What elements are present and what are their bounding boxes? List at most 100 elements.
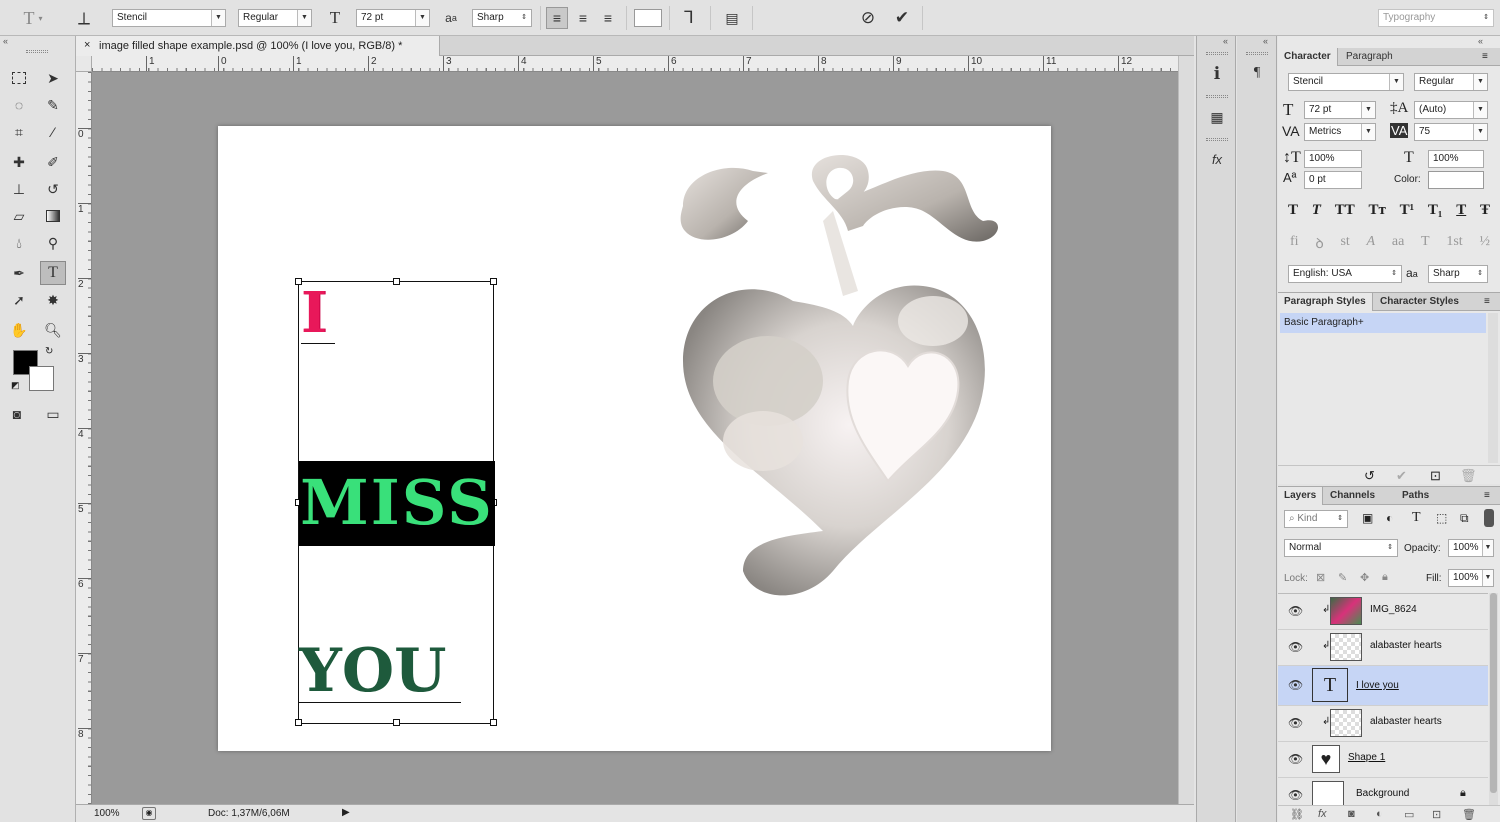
panel-collapse-icon[interactable]: « — [3, 36, 8, 46]
commit-edits-icon[interactable]: ✔ — [890, 6, 914, 30]
char-font-family-select[interactable]: Stencil ▼ — [1288, 73, 1404, 91]
vertical-scrollbar[interactable] — [1178, 56, 1194, 804]
visibility-eye-icon[interactable]: 👁︎ — [1288, 604, 1303, 618]
layer-style-icon[interactable]: fx — [1318, 808, 1327, 820]
panel-grip[interactable] — [1206, 95, 1228, 98]
eraser-tool-icon[interactable]: ▱ — [6, 204, 32, 228]
layer-row[interactable]: 👁︎ ♥ Shape 1 — [1278, 742, 1488, 778]
tab-character[interactable]: Character — [1278, 48, 1338, 66]
transform-handle[interactable] — [490, 719, 497, 726]
fill-field[interactable]: 100% ▼ — [1448, 569, 1494, 587]
horizontal-scale-field[interactable]: 100% — [1428, 150, 1484, 168]
blur-tool-icon[interactable]: 💧︎ — [6, 231, 32, 255]
layer-row[interactable]: 👁︎ ↲ IMG_8624 — [1278, 594, 1488, 630]
font-size-select[interactable]: 72 pt ▼ — [356, 9, 430, 27]
crop-tool-icon[interactable]: ⌗ — [6, 120, 32, 144]
faux-bold-button[interactable]: T — [1288, 202, 1298, 222]
panel-grip[interactable] — [1246, 52, 1268, 55]
char-font-size-select[interactable]: 72 pt ▼ — [1304, 101, 1376, 119]
styles-scrollbar[interactable] — [1488, 313, 1498, 463]
opacity-field[interactable]: 100% ▼ — [1448, 539, 1494, 557]
hand-tool-icon[interactable]: ✋ — [6, 318, 32, 342]
panel-menu-icon[interactable]: ≡ — [1484, 490, 1490, 501]
transform-handle[interactable] — [393, 278, 400, 285]
document-tab[interactable]: × image filled shape example.psd @ 100% … — [76, 36, 440, 56]
lock-position-icon[interactable]: ✥ — [1360, 571, 1369, 584]
workspace-select[interactable]: Typography ⇕ — [1378, 9, 1494, 27]
zoom-level-field[interactable]: 100% — [94, 808, 120, 819]
filter-type-icon[interactable]: T — [1412, 510, 1421, 526]
visibility-eye-icon[interactable]: 👁︎ — [1288, 716, 1303, 730]
ligatures-button[interactable]: fi — [1290, 234, 1299, 254]
underline-button[interactable]: T — [1456, 202, 1466, 222]
navigator-panel-icon[interactable]: ▦ — [1205, 106, 1229, 128]
delete-layer-icon[interactable]: 🗑︎ — [1462, 808, 1476, 821]
swap-colors-icon[interactable]: ↻ — [45, 346, 53, 357]
tracking-select[interactable]: 75 ▼ — [1414, 123, 1488, 141]
close-icon[interactable]: × — [84, 39, 90, 51]
tab-layers[interactable]: Layers — [1278, 487, 1323, 505]
fractions-button[interactable]: ½ — [1479, 234, 1490, 254]
link-layers-icon[interactable]: ⛓︎ — [1290, 808, 1304, 821]
visibility-eye-icon[interactable]: 👁︎ — [1288, 752, 1303, 766]
marquee-tool-icon[interactable] — [6, 66, 32, 90]
character-panel-toggle-icon[interactable]: ▤ — [720, 7, 744, 29]
strikethrough-button[interactable]: Ŧ — [1480, 202, 1490, 222]
layer-row[interactable]: 👁︎ ↲ alabaster hearts — [1278, 630, 1488, 666]
all-caps-button[interactable]: TT — [1335, 202, 1355, 222]
layer-row-selected[interactable]: 👁︎ T I love you — [1278, 666, 1488, 706]
move-tool-icon[interactable]: ➤ — [40, 66, 66, 90]
language-select[interactable]: English: USA ⇕ — [1288, 265, 1402, 283]
pen-tool-icon[interactable]: ✒ — [6, 261, 32, 285]
background-color-swatch[interactable] — [29, 366, 54, 391]
quick-mask-icon[interactable]: ◙ — [4, 402, 30, 426]
layer-row[interactable]: 👁︎ Background 🔒︎ — [1278, 778, 1488, 805]
clone-stamp-tool-icon[interactable]: ⊥ — [6, 177, 32, 201]
history-brush-tool-icon[interactable]: ↺ — [40, 177, 66, 201]
adjustment-layer-icon[interactable]: ◐ — [1376, 808, 1383, 820]
info-panel-icon[interactable]: ℹ — [1205, 63, 1229, 85]
redefine-style-icon[interactable]: ✔ — [1396, 468, 1407, 484]
ordinals-button[interactable]: 1st — [1446, 234, 1462, 254]
document-canvas[interactable]: I MISS YOU — [218, 126, 1051, 751]
text-bounding-box[interactable]: I MISS YOU — [298, 281, 494, 724]
brush-tool-icon[interactable]: ✐ — [40, 150, 66, 174]
new-style-icon[interactable]: ⊡ — [1430, 468, 1441, 484]
character-color-swatch[interactable] — [1428, 171, 1484, 189]
transform-handle[interactable] — [490, 278, 497, 285]
filter-shape-icon[interactable]: ⬚ — [1436, 511, 1447, 525]
font-family-select[interactable]: Stencil ▼ — [112, 9, 226, 27]
panel-menu-icon[interactable]: ≡ — [1484, 296, 1490, 307]
status-menu-arrow-icon[interactable]: ▶ — [342, 807, 350, 818]
tab-paragraph-styles[interactable]: Paragraph Styles — [1278, 293, 1373, 311]
layer-mask-icon[interactable]: ◙ — [1348, 808, 1355, 820]
clear-override-icon[interactable]: ↺ — [1364, 468, 1375, 484]
transform-handle[interactable] — [295, 719, 302, 726]
tab-paragraph[interactable]: Paragraph — [1340, 48, 1399, 66]
stylistic-alternates-button[interactable]: aa — [1392, 234, 1404, 254]
leading-select[interactable]: (Auto) ▼ — [1414, 101, 1488, 119]
filter-pixel-icon[interactable]: ▣ — [1362, 511, 1373, 525]
horizontal-ruler[interactable]: 1 0 1 2 3 4 5 6 7 8 9 10 11 12 — [92, 56, 1178, 72]
text-color-swatch[interactable] — [634, 9, 662, 27]
dock-collapse-icon[interactable]: « — [1223, 36, 1228, 46]
panel-collapse-icon[interactable]: « — [1478, 36, 1483, 46]
glyphs-panel-icon[interactable]: ¶ — [1245, 62, 1269, 84]
layer-filter-kind-select[interactable]: ⌕ Kind ⇕ — [1284, 510, 1348, 528]
style-list-item[interactable]: Basic Paragraph+ — [1280, 313, 1486, 333]
visibility-eye-icon[interactable]: 👁︎ — [1288, 678, 1303, 692]
cancel-edits-icon[interactable]: ⊘ — [856, 6, 880, 30]
old-style-button[interactable]: ꝺ — [1315, 234, 1323, 254]
styles-panel-icon[interactable]: fx — [1205, 148, 1229, 170]
align-right-icon[interactable]: ≡ — [597, 7, 619, 29]
titling-alternates-button[interactable]: T — [1421, 234, 1430, 254]
vertical-ruler[interactable]: 0 1 2 3 4 5 6 7 8 — [76, 72, 92, 804]
quick-selection-tool-icon[interactable]: ✎ — [40, 93, 66, 117]
small-caps-button[interactable]: Tт — [1369, 202, 1386, 222]
tab-character-styles[interactable]: Character Styles — [1374, 293, 1465, 311]
filter-toggle-icon[interactable] — [1484, 509, 1494, 527]
subscript-button[interactable]: T₁ — [1428, 202, 1443, 222]
dodge-tool-icon[interactable]: ⚲ — [40, 231, 66, 255]
visibility-eye-icon[interactable]: 👁︎ — [1288, 788, 1303, 802]
type-tool-preset-icon[interactable]: T▾ — [18, 8, 48, 28]
